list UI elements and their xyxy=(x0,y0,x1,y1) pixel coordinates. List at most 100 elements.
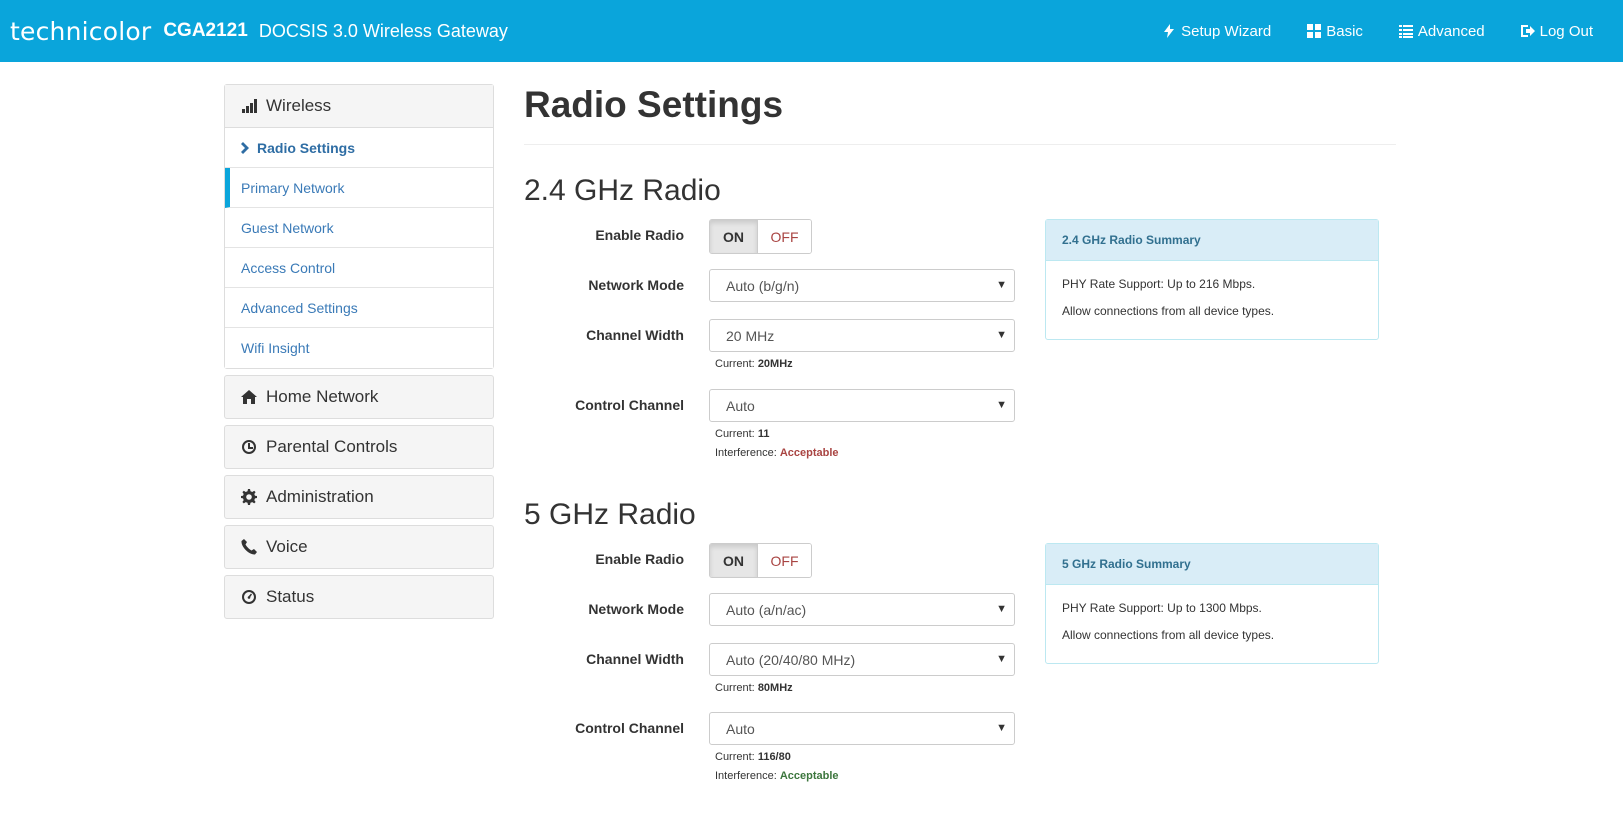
radio-5-enable-label: Enable Radio xyxy=(595,551,684,567)
sidebar-group-administration: Administration xyxy=(224,475,494,519)
sidebar-item-administration[interactable]: Administration xyxy=(225,476,493,518)
sidebar-item-voice[interactable]: Voice xyxy=(225,526,493,568)
radio-24-summary-phy: PHY Rate Support: Up to 216 Mbps. xyxy=(1062,277,1256,291)
sidebar-item-home-network-label: Home Network xyxy=(266,387,379,406)
radio-5-mode-value: Auto (a/n/ac) xyxy=(726,601,807,618)
sidebar-item-access-control[interactable]: Access Control xyxy=(225,248,493,288)
radio-5-interference-value: Acceptable xyxy=(779,770,839,782)
caret-down-icon: ▼ xyxy=(996,722,1007,734)
radio-5-width-value: Auto (20/40/80 MHz) xyxy=(726,651,856,668)
radio-5-channel-value: Auto xyxy=(726,720,755,737)
sidebar-group-voice: Voice xyxy=(224,525,494,569)
radio-24-summary-title: 2.4 GHz Radio Summary xyxy=(1046,220,1378,261)
sidebar-item-wireless-label: Wireless xyxy=(266,96,332,115)
sidebar-item-status-label: Status xyxy=(266,587,315,606)
radio-5-width-current: Current: 80MHz xyxy=(715,682,793,694)
advanced-label: Advanced xyxy=(1417,22,1485,40)
logout-label: Log Out xyxy=(1539,22,1593,40)
radio-24-title: 2.4 GHz Radio xyxy=(524,174,721,207)
radio-5-summary-panel: 5 GHz Radio Summary PHY Rate Support: Up… xyxy=(1045,543,1379,664)
radio-24-width-select[interactable]: 20 MHz ▼ xyxy=(709,319,1015,352)
sidebar-group-home-network: Home Network xyxy=(224,375,494,419)
radio-24-interference: Interference: Acceptable xyxy=(715,447,839,459)
sidebar-item-status[interactable]: Status xyxy=(225,576,493,618)
sidebar-item-radio-settings[interactable]: Radio Settings xyxy=(225,128,493,168)
brand-logo: technicolor xyxy=(10,16,152,46)
caret-down-icon: ▼ xyxy=(996,603,1007,615)
device-model: CGA2121 xyxy=(163,20,248,41)
radio-24-enable-label: Enable Radio xyxy=(595,227,684,243)
sidebar-group-status: Status xyxy=(224,575,494,619)
radio-24-off-button[interactable]: OFF xyxy=(758,220,811,253)
gear-icon xyxy=(241,489,257,505)
radio-24-channel-current: Current: 11 xyxy=(715,428,769,440)
radio-24-on-button[interactable]: ON xyxy=(710,220,758,253)
sidebar-item-primary-network[interactable]: Primary Network xyxy=(225,168,493,208)
radio-5-enable-toggle: ON OFF xyxy=(709,543,812,578)
page-title: Radio Settings xyxy=(524,84,784,125)
radio-24-width-current-label: Current: xyxy=(715,358,755,370)
sidebar-item-voice-label: Voice xyxy=(266,537,308,556)
radio-5-width-select[interactable]: Auto (20/40/80 MHz) ▼ xyxy=(709,643,1015,676)
radio-24-enable-toggle: ON OFF xyxy=(709,219,812,254)
sidebar-item-guest-network[interactable]: Guest Network xyxy=(225,208,493,248)
radio-24-summary-panel: 2.4 GHz Radio Summary PHY Rate Support: … xyxy=(1045,219,1379,340)
list-icon xyxy=(1398,25,1413,38)
radio-24-channel-label: Control Channel xyxy=(575,397,684,413)
radio-5-channel-label: Control Channel xyxy=(575,720,684,736)
radio-24-mode-select[interactable]: Auto (b/g/n) ▼ xyxy=(709,269,1015,302)
signal-bars-icon xyxy=(242,99,257,113)
sidebar-item-radio-settings-label: Radio Settings xyxy=(257,139,356,156)
radio-5-title: 5 GHz Radio xyxy=(524,498,696,531)
radio-24-width-label: Channel Width xyxy=(586,327,684,343)
radio-5-mode-label: Network Mode xyxy=(588,601,684,617)
radio-5-channel-select[interactable]: Auto ▼ xyxy=(709,712,1015,745)
radio-24-channel-value: Auto xyxy=(726,397,755,414)
radio-24-channel-select[interactable]: Auto ▼ xyxy=(709,389,1015,422)
radio-5-channel-current-value: 116/80 xyxy=(757,751,791,763)
radio-24-summary-devices: Allow connections from all device types. xyxy=(1062,304,1275,318)
radio-5-on-button[interactable]: ON xyxy=(710,544,758,577)
main-content: Radio Settings 2.4 GHz Radio Enable Radi… xyxy=(524,80,1396,782)
sidebar-item-advanced-settings[interactable]: Advanced Settings xyxy=(225,288,493,328)
radio-24-channel-current-value: 11 xyxy=(757,428,770,440)
sidebar-item-wifi-insight[interactable]: Wifi Insight xyxy=(225,328,493,368)
radio-24-width-current: Current: 20MHz xyxy=(715,358,793,370)
radio-24-summary-body: PHY Rate Support: Up to 216 Mbps. Allow … xyxy=(1046,261,1378,339)
radio-5-channel-current: Current: 116/80 xyxy=(715,751,791,763)
grid-icon xyxy=(1307,24,1322,38)
basic-link[interactable]: Basic xyxy=(1307,23,1363,40)
phone-icon xyxy=(241,539,257,555)
clock-icon xyxy=(242,440,256,454)
home-icon xyxy=(241,390,257,404)
logout-icon xyxy=(1520,25,1535,37)
radio-5-mode-select[interactable]: Auto (a/n/ac) ▼ xyxy=(709,593,1015,626)
radio-5-summary-title: 5 GHz Radio Summary xyxy=(1046,544,1378,585)
setup-wizard-link[interactable]: Setup Wizard xyxy=(1162,23,1271,40)
top-nav: Setup Wizard Basic Advanced Log Out xyxy=(1162,0,1593,62)
sidebar-item-home-network[interactable]: Home Network xyxy=(225,376,493,418)
basic-label: Basic xyxy=(1326,22,1363,40)
caret-down-icon: ▼ xyxy=(996,279,1007,291)
sidebar-item-wireless[interactable]: Wireless xyxy=(225,85,493,128)
caret-down-icon: ▼ xyxy=(996,399,1007,411)
radio-5-interference-label: Interference: xyxy=(715,770,777,782)
radio-24-mode-label: Network Mode xyxy=(588,277,684,293)
logout-link[interactable]: Log Out xyxy=(1520,22,1593,40)
device-description: DOCSIS 3.0 Wireless Gateway xyxy=(258,20,508,41)
dashboard-icon xyxy=(242,590,256,604)
setup-wizard-label: Setup Wizard xyxy=(1181,22,1272,40)
sidebar-item-parental-controls-label: Parental Controls xyxy=(266,437,398,456)
advanced-link[interactable]: Advanced xyxy=(1398,22,1485,40)
top-header-bar: technicolor CGA2121 DOCSIS 3.0 Wireless … xyxy=(0,0,1623,62)
radio-5-off-button[interactable]: OFF xyxy=(758,544,811,577)
radio-5-interference: Interference: Acceptable xyxy=(715,770,839,782)
radio-24-width-value: 20 MHz xyxy=(726,327,775,344)
sidebar-item-administration-label: Administration xyxy=(266,487,374,506)
sidebar-item-parental-controls[interactable]: Parental Controls xyxy=(225,426,493,468)
chevron-right-icon xyxy=(241,141,249,154)
radio-5-width-label: Channel Width xyxy=(586,651,684,667)
radio-24-channel-current-label: Current: xyxy=(715,428,755,440)
radio-5-width-current-label: Current: xyxy=(715,682,755,694)
radio-5-summary-body: PHY Rate Support: Up to 1300 Mbps. Allow… xyxy=(1046,585,1378,663)
